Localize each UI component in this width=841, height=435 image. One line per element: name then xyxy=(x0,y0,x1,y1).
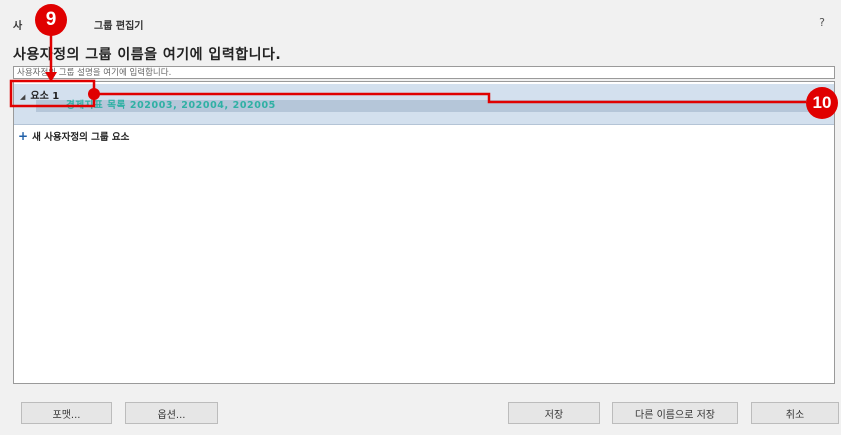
callout-badge-9: 9 xyxy=(35,4,67,36)
collapse-triangle-icon[interactable]: ◢ xyxy=(20,93,25,101)
save-as-button[interactable]: 다른 이름으로 저장 xyxy=(612,402,738,424)
group-description-field[interactable]: 사용자정의 그룹 설명을 여기에 입력합니다. xyxy=(13,66,835,79)
help-icon[interactable]: ? xyxy=(819,16,825,29)
add-element-label: 새 사용자정의 그룹 요소 xyxy=(32,132,130,143)
options-button[interactable]: 옵션... xyxy=(125,402,218,424)
group-name-field[interactable]: 사용자정의 그룹 이름을 여기에 입력합니다. xyxy=(13,44,281,64)
title-text: 그룹 편집기 xyxy=(94,21,144,32)
format-button[interactable]: 포맷... xyxy=(21,402,112,424)
callout-badge-10: 10 xyxy=(806,87,838,119)
add-element-link[interactable]: + 새 사용자정의 그룹 요소 xyxy=(18,129,129,143)
element-row[interactable]: ◢ 요소 1 경제지표 목록 202003, 202004, 202005 xyxy=(14,84,834,125)
title-bar: 사 그룹 편집기 ? xyxy=(0,10,841,36)
custom-group-editor-dialog: 사 그룹 편집기 ? 사용자정의 그룹 이름을 여기에 입력합니다. 사용자정의… xyxy=(0,0,841,435)
save-button[interactable]: 저장 xyxy=(508,402,600,424)
cancel-button[interactable]: 취소 xyxy=(751,402,839,424)
element-value-list[interactable]: 경제지표 목록 202003, 202004, 202005 xyxy=(36,100,816,112)
title-prefix: 사 xyxy=(13,21,23,32)
group-elements-panel: ◢ 요소 1 경제지표 목록 202003, 202004, 202005 + 새 … xyxy=(13,81,835,384)
plus-icon: + xyxy=(18,129,29,143)
